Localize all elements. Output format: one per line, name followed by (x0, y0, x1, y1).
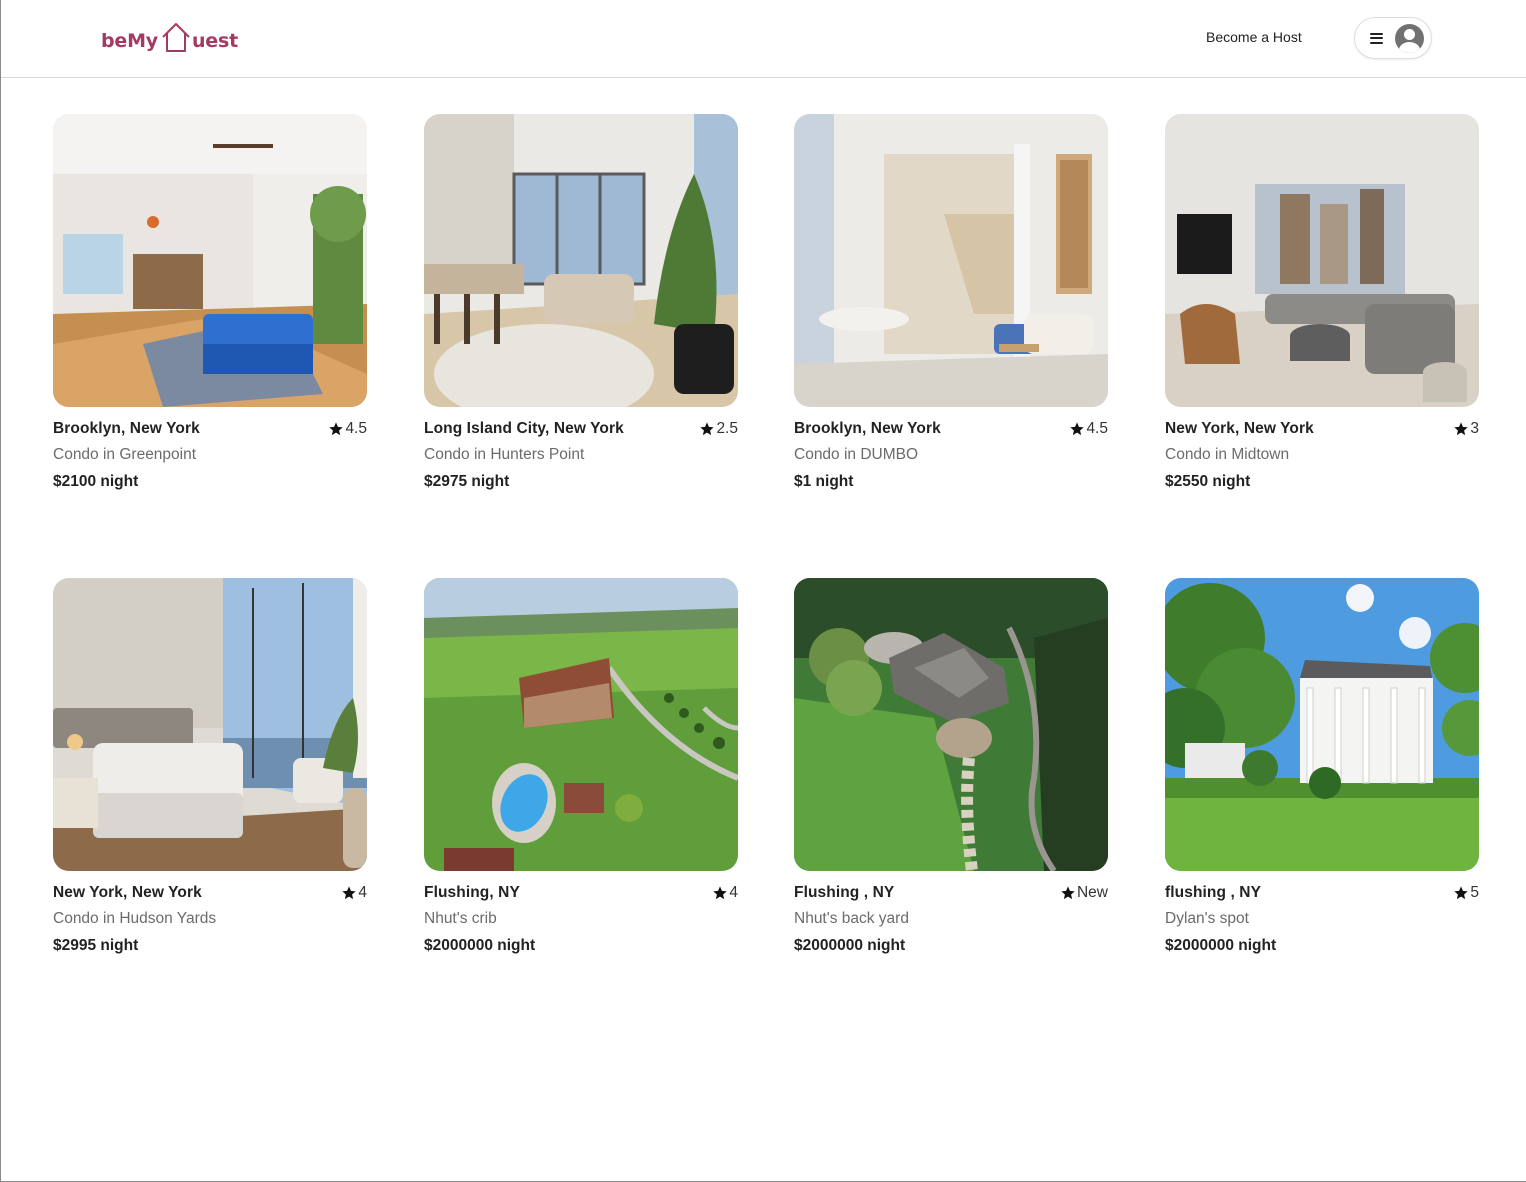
estate-aerial-photo (794, 578, 1108, 871)
rating-value: 4.5 (345, 420, 367, 437)
listing-card[interactable]: Brooklyn, New York 4.5 Condo in DUMBO $1… (794, 114, 1108, 493)
top-navigation-bar: beMy uest Become a Host (1, 0, 1526, 78)
listing-photo[interactable] (53, 114, 367, 407)
listing-photo[interactable] (794, 114, 1108, 407)
listing-title: Condo in Midtown (1165, 446, 1290, 463)
kitchen-living-photo (424, 114, 738, 407)
listing-location: flushing , NY (1165, 884, 1262, 901)
listing-card[interactable]: Brooklyn, New York 4.5 Condo in Greenpoi… (53, 114, 367, 493)
rating-value: New (1076, 884, 1108, 901)
listing-title: Dylan's spot (1165, 910, 1249, 927)
star-icon (1454, 422, 1469, 436)
listing-price: $2995 night (53, 937, 139, 954)
listing-rating: 4 (341, 884, 367, 902)
listing-price: $2000000 night (794, 937, 906, 954)
brand-name-part2: uest (191, 30, 238, 52)
avatar (1395, 23, 1424, 53)
listing-price: $2000000 night (1165, 937, 1277, 954)
listing-photo[interactable] (424, 578, 738, 871)
rating-value: 4 (729, 884, 738, 901)
listing-location: Brooklyn, New York (794, 420, 941, 437)
listing-rating: 4.5 (1069, 420, 1108, 438)
listing-card[interactable]: Flushing , NY New Nhut's back yard $2000… (794, 578, 1108, 957)
listing-photo[interactable] (1165, 578, 1479, 871)
farmhouse-aerial-photo (424, 578, 738, 871)
listing-price: $2100 night (53, 473, 139, 490)
bedroom-photo (53, 578, 367, 871)
midtown-living-photo (1165, 114, 1479, 407)
listing-location: Long Island City, New York (424, 420, 624, 437)
user-menu-button[interactable] (1354, 17, 1432, 59)
listing-title: Condo in Hudson Yards (53, 910, 217, 927)
star-icon (1070, 422, 1085, 436)
listing-title: Nhut's back yard (794, 910, 909, 927)
rating-value: 4 (358, 884, 367, 901)
listing-photo[interactable] (53, 578, 367, 871)
listing-card[interactable]: New York, New York 3 Condo in Midtown $2… (1165, 114, 1479, 493)
star-icon (713, 886, 728, 900)
listing-card[interactable]: New York, New York 4 Condo in Hudson Yar… (53, 578, 367, 957)
loft-interior-photo (794, 114, 1108, 407)
listing-card[interactable]: Flushing, NY 4 Nhut's crib $2000000 nigh… (424, 578, 738, 957)
listing-card[interactable]: Long Island City, New York 2.5 Condo in … (424, 114, 738, 493)
listing-rating: 2.5 (699, 420, 738, 438)
listing-price: $2000000 night (424, 937, 536, 954)
listing-rating: 4.5 (328, 420, 367, 438)
colonial-house-photo (1165, 578, 1479, 871)
listing-rating: New (1060, 884, 1108, 902)
listing-photo[interactable] (1165, 114, 1479, 407)
brand-name-part1: beMy (101, 30, 158, 52)
listing-location: Flushing, NY (424, 884, 520, 901)
listing-rating: 5 (1453, 884, 1479, 902)
star-icon (700, 422, 715, 436)
listing-price: $1 night (794, 473, 854, 490)
listing-title: Nhut's crib (424, 910, 497, 927)
rating-value: 4.5 (1086, 420, 1108, 437)
listing-location: Flushing , NY (794, 884, 895, 901)
listing-photo[interactable] (424, 114, 738, 407)
star-icon (1061, 886, 1075, 900)
house-icon (162, 23, 190, 52)
listing-price: $2975 night (424, 473, 510, 490)
listing-title: Condo in Hunters Point (424, 446, 585, 463)
living-room-photo (53, 114, 367, 407)
hamburger-menu-icon (1370, 32, 1383, 44)
listing-price: $2550 night (1165, 473, 1251, 490)
star-icon (329, 422, 344, 436)
listing-location: Brooklyn, New York (53, 420, 200, 437)
rating-value: 5 (1470, 884, 1479, 901)
listing-rating: 4 (712, 884, 738, 902)
listing-title: Condo in DUMBO (794, 446, 919, 463)
listing-card[interactable]: flushing , NY 5 Dylan's spot $2000000 ni… (1165, 578, 1479, 957)
listing-location: New York, New York (53, 884, 202, 901)
listing-photo[interactable] (794, 578, 1108, 871)
listing-rating: 3 (1453, 420, 1479, 438)
brand-logo[interactable]: beMy uest (101, 14, 238, 54)
rating-value: 3 (1470, 420, 1479, 437)
listing-title: Condo in Greenpoint (53, 446, 197, 463)
become-a-host-link[interactable]: Become a Host (1206, 29, 1302, 45)
star-icon (1454, 886, 1469, 900)
star-icon (342, 886, 357, 900)
rating-value: 2.5 (716, 420, 738, 437)
listing-location: New York, New York (1165, 420, 1314, 437)
